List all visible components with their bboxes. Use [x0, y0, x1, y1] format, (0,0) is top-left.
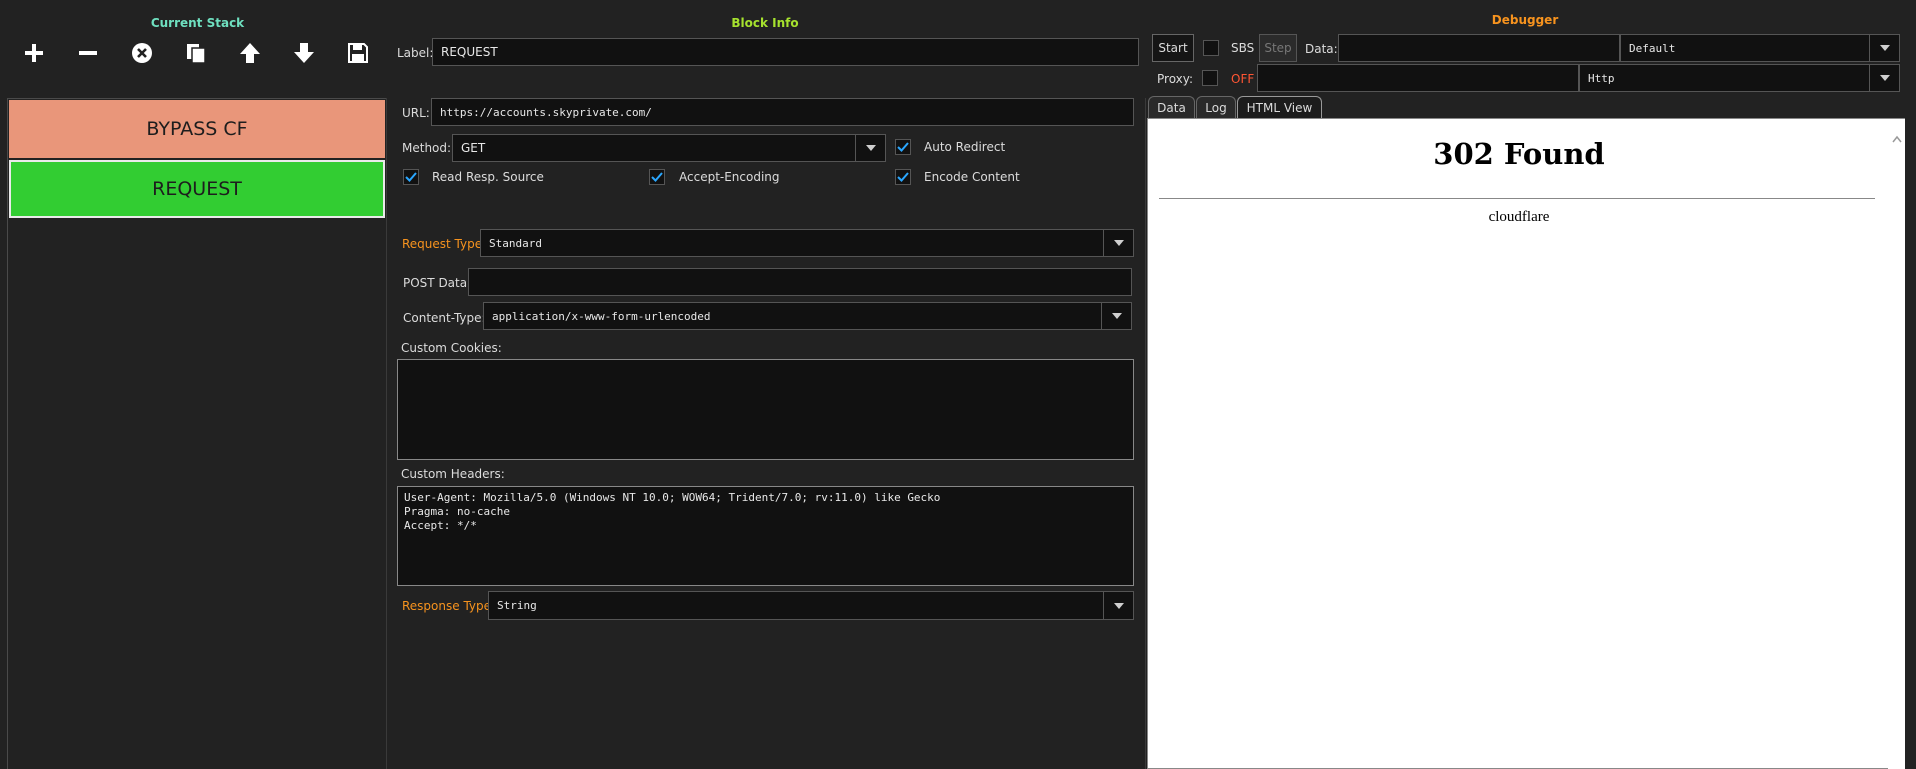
save-button[interactable] [340, 35, 376, 71]
add-block-button[interactable] [16, 35, 52, 71]
accept-encoding-checkbox[interactable] [649, 169, 665, 185]
scrollbar[interactable] [1888, 119, 1905, 769]
move-up-button[interactable] [232, 35, 268, 71]
accept-encoding-label: Accept-Encoding [679, 170, 780, 184]
close-circle-icon [132, 43, 152, 63]
minus-icon [79, 51, 97, 55]
post-data-field[interactable] [468, 268, 1132, 296]
proxy-checkbox[interactable] [1202, 70, 1218, 86]
post-data-caption: POST Data: [403, 276, 472, 290]
url-caption: URL: [402, 106, 430, 120]
arrow-down-icon [294, 43, 314, 63]
read-resp-source-label: Read Resp. Source [432, 170, 544, 184]
sbs-label: SBS [1231, 41, 1255, 55]
block-info-title: Block Info [731, 16, 799, 30]
data-type-value: Default [1629, 41, 1676, 55]
data-type-select[interactable]: Default [1620, 34, 1900, 62]
start-button-label: Start [1158, 41, 1188, 55]
custom-cookies-textarea[interactable] [397, 359, 1134, 460]
chevron-down-icon [1869, 65, 1899, 91]
method-select[interactable]: GET [452, 134, 886, 162]
divider [386, 98, 387, 769]
response-type-value: String [497, 599, 537, 612]
tab-html-view[interactable]: HTML View [1237, 96, 1322, 118]
tab-html-view-label: HTML View [1246, 100, 1313, 115]
check-icon [897, 172, 909, 182]
html-view-heading: 302 Found [1433, 137, 1605, 171]
chevron-down-icon [1103, 230, 1133, 256]
sbs-checkbox[interactable] [1203, 40, 1219, 56]
check-icon [405, 172, 417, 182]
stack-block-label: REQUEST [152, 178, 242, 200]
encode-content-checkbox[interactable] [895, 169, 911, 185]
custom-cookies-caption: Custom Cookies: [401, 341, 502, 355]
proxy-state: OFF [1231, 72, 1255, 86]
debugger-title: Debugger [1491, 13, 1559, 27]
method-caption: Method: [402, 141, 452, 155]
copy-icon [187, 44, 206, 64]
encode-content-label: Encode Content [924, 170, 1020, 184]
tab-log-label: Log [1205, 100, 1227, 115]
step-button[interactable]: Step [1259, 34, 1297, 62]
proxy-type-value: Http [1588, 71, 1615, 85]
response-type-caption: Response Type: [402, 599, 496, 613]
proxy-type-select[interactable]: Http [1579, 64, 1900, 92]
chevron-down-icon [1869, 35, 1899, 61]
proxy-field[interactable] [1257, 64, 1579, 92]
data-field[interactable] [1338, 34, 1620, 62]
label-caption: Label: [397, 46, 434, 60]
request-type-caption: Request Type: [402, 237, 487, 251]
tab-data[interactable]: Data [1148, 96, 1195, 118]
proxy-caption: Proxy: [1157, 72, 1194, 86]
stack-toolbar [16, 35, 376, 71]
html-view-rule [1159, 198, 1875, 199]
stack-title: Current Stack [150, 16, 245, 30]
check-icon [897, 142, 909, 152]
custom-headers-caption: Custom Headers: [401, 467, 505, 481]
start-button[interactable]: Start [1152, 34, 1194, 62]
stack-block-label: BYPASS CF [146, 118, 248, 140]
save-icon [348, 43, 368, 63]
read-resp-source-checkbox[interactable] [403, 169, 419, 185]
remove-block-button[interactable] [70, 35, 106, 71]
url-field-value: https://accounts.skyprivate.com/ [440, 105, 652, 119]
tab-log[interactable]: Log [1196, 96, 1236, 118]
html-view-pane: 302 Found cloudflare [1147, 118, 1905, 769]
content-type-select[interactable]: application/x-www-form-urlencoded [483, 302, 1132, 330]
stack-block-request[interactable]: REQUEST [9, 160, 385, 218]
custom-headers-textarea[interactable]: User-Agent: Mozilla/5.0 (Windows NT 10.0… [397, 486, 1134, 586]
plus-icon [25, 44, 43, 62]
content-type-value: application/x-www-form-urlencoded [492, 309, 711, 323]
response-type-select[interactable]: String [488, 591, 1134, 620]
arrow-up-icon [240, 43, 260, 63]
chevron-up-icon [1892, 135, 1902, 143]
auto-redirect-checkbox[interactable] [895, 139, 911, 155]
tab-data-label: Data [1157, 100, 1186, 115]
request-type-select[interactable]: Standard [480, 229, 1134, 257]
url-field[interactable]: https://accounts.skyprivate.com/ [431, 98, 1134, 126]
check-icon [651, 172, 663, 182]
html-view-footer: cloudflare [1488, 209, 1550, 225]
request-type-value: Standard [489, 236, 542, 250]
chevron-down-icon [1101, 303, 1131, 329]
label-field-value: REQUEST [441, 45, 498, 59]
stack-block-bypass-cf[interactable]: BYPASS CF [9, 100, 385, 158]
data-caption: Data: [1305, 42, 1338, 56]
divider [1145, 98, 1146, 769]
method-select-value: GET [461, 141, 486, 155]
clear-blocks-button[interactable] [124, 35, 160, 71]
content-type-caption: Content-Type: [403, 311, 486, 325]
chevron-down-icon [855, 135, 885, 161]
clone-block-button[interactable] [178, 35, 214, 71]
label-field[interactable]: REQUEST [432, 38, 1139, 66]
chevron-down-icon [1103, 592, 1133, 619]
step-button-label: Step [1264, 41, 1292, 55]
auto-redirect-label: Auto Redirect [924, 140, 1006, 154]
move-down-button[interactable] [286, 35, 322, 71]
